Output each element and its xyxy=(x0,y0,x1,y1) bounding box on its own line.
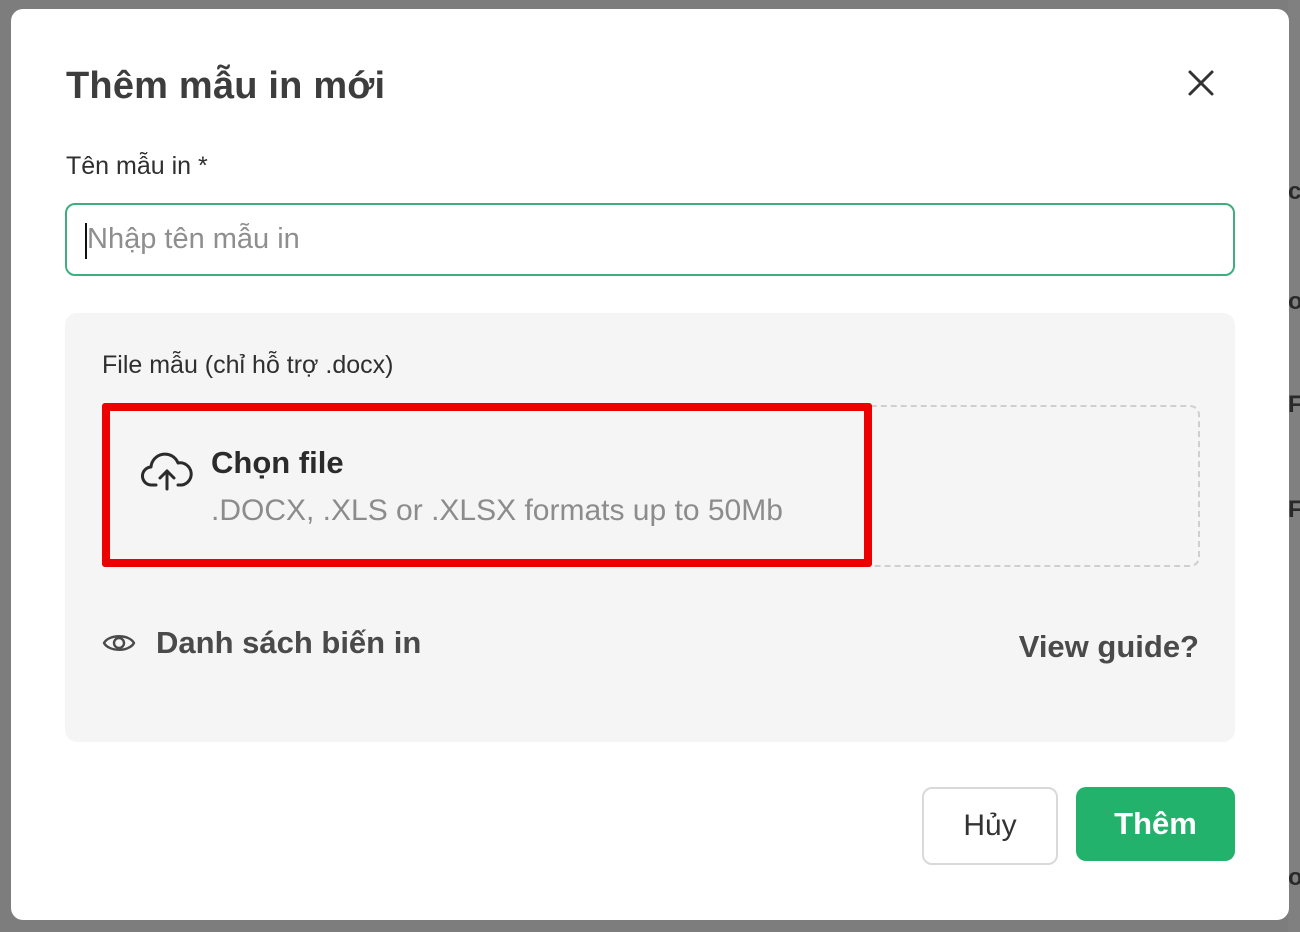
background-glyph: c xyxy=(1288,178,1300,205)
add-template-dialog: Thêm mẫu in mới Tên mẫu in * File mẫu (c… xyxy=(11,9,1289,920)
text-caret xyxy=(85,223,87,259)
background-glyph: F xyxy=(1288,496,1300,523)
print-variables-toggle[interactable]: Danh sách biến in xyxy=(102,625,421,661)
file-upload-panel: File mẫu (chỉ hỗ trợ .docx) Chọn file .D… xyxy=(65,313,1235,742)
background-page xyxy=(1288,0,1300,932)
cloud-upload-icon xyxy=(141,452,193,491)
eye-icon xyxy=(102,635,136,651)
background-glyph: F xyxy=(1288,391,1300,418)
template-name-label: Tên mẫu in * xyxy=(66,152,208,180)
add-button[interactable]: Thêm xyxy=(1076,787,1235,861)
dialog-title: Thêm mẫu in mới xyxy=(66,65,386,107)
choose-file-label[interactable]: Chọn file xyxy=(211,445,344,481)
file-format-hint: .DOCX, .XLS or .XLSX formats up to 50Mb xyxy=(211,494,783,527)
cancel-button[interactable]: Hủy xyxy=(922,787,1058,865)
view-guide-link[interactable]: View guide? xyxy=(1019,629,1199,665)
template-file-label: File mẫu (chỉ hỗ trợ .docx) xyxy=(102,351,394,379)
close-button[interactable] xyxy=(1181,63,1221,103)
close-icon xyxy=(1188,70,1214,96)
background-glyph: o xyxy=(1288,288,1300,315)
background-glyph: o xyxy=(1288,864,1300,891)
template-name-input[interactable] xyxy=(65,203,1235,276)
highlight-box xyxy=(102,403,872,567)
print-variables-label: Danh sách biến in xyxy=(156,625,422,660)
